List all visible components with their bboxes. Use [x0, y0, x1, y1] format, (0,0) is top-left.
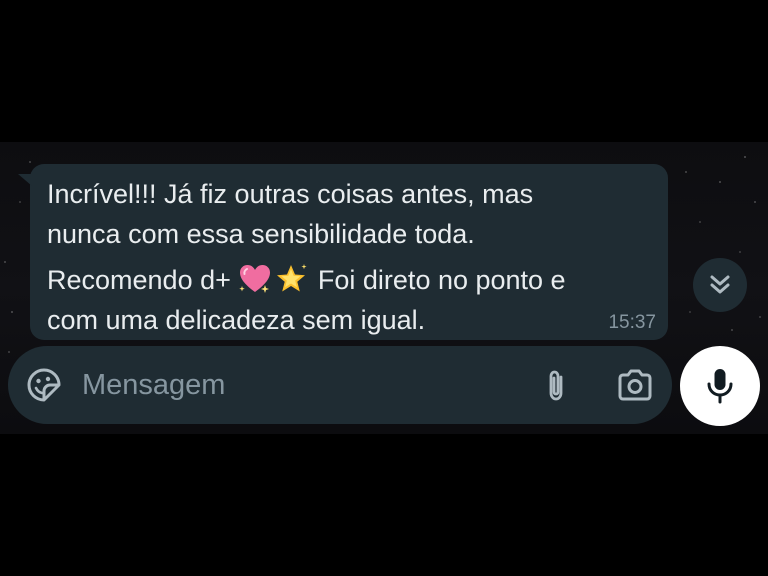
message-text: Incrível!!! Já fiz outras coisas antes, …	[47, 174, 637, 340]
message-composer	[8, 346, 672, 424]
double-chevron-down-icon	[710, 275, 730, 294]
message-timestamp: 15:37	[608, 312, 656, 333]
camera-icon[interactable]	[616, 368, 654, 402]
screen: Incrível!!! Já fiz outras coisas antes, …	[0, 0, 768, 576]
voice-record-button[interactable]	[680, 346, 760, 426]
paperclip-icon[interactable]	[542, 368, 570, 404]
scroll-to-bottom-button[interactable]	[693, 258, 747, 312]
sparkling-heart-icon	[239, 265, 271, 293]
message-line-3-suffix: Foi direto no ponto e	[317, 265, 566, 295]
message-line-1: Incrível!!! Já fiz outras coisas antes, …	[47, 179, 534, 209]
glowing-star-icon	[277, 264, 307, 292]
message-line-4: com uma delicadeza sem igual.	[47, 305, 426, 335]
message-line-3: Recomendo d+ Foi direto no ponto e	[47, 260, 637, 300]
chat-area: Incrível!!! Já fiz outras coisas antes, …	[0, 142, 768, 434]
message-line-3-prefix: Recomendo d+	[47, 265, 231, 295]
message-input[interactable]	[82, 360, 512, 410]
incoming-message-bubble[interactable]: Incrível!!! Já fiz outras coisas antes, …	[18, 164, 668, 340]
message-line-2: nunca com essa sensibilidade toda.	[47, 219, 475, 249]
sticker-icon[interactable]	[26, 367, 62, 403]
microphone-icon	[707, 369, 733, 404]
